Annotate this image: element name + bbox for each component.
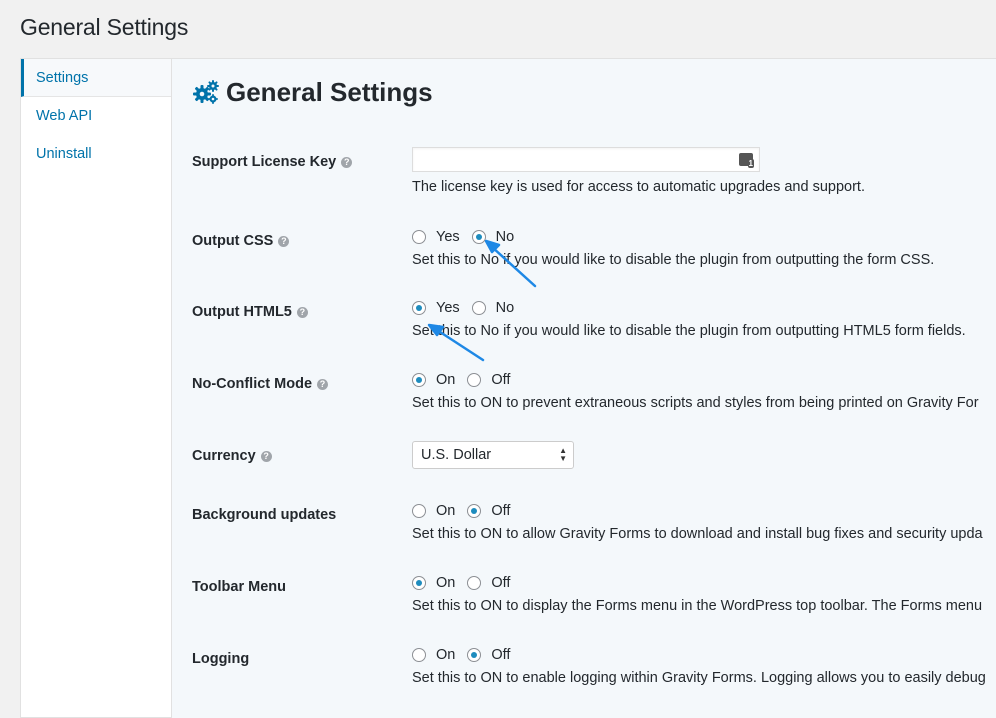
help-icon[interactable]: ? xyxy=(317,378,329,390)
output-html5-description: Set this to No if you would like to disa… xyxy=(412,323,966,339)
currency-select-value: U.S. Dollar xyxy=(421,447,492,463)
toolbar-menu-on-label[interactable]: On xyxy=(436,575,455,591)
settings-sidebar: Settings Web API Uninstall xyxy=(20,58,172,718)
logging-label: Logging xyxy=(192,651,249,667)
toolbar-menu-description: Set this to ON to display the Forms menu… xyxy=(412,598,983,614)
logging-on-radio[interactable] xyxy=(412,648,426,662)
output-css-no-label[interactable]: No xyxy=(496,229,515,245)
key-icon xyxy=(739,153,754,168)
gears-icon xyxy=(193,79,219,104)
page-title: General Settings xyxy=(20,14,189,40)
toolbar-menu-radio-group: On Off xyxy=(412,575,522,591)
currency-select[interactable]: U.S. Dollar ▲ ▼ xyxy=(412,441,574,469)
no-conflict-description: Set this to ON to prevent extraneous scr… xyxy=(412,395,979,411)
output-html5-yes-label[interactable]: Yes xyxy=(436,300,460,316)
output-html5-radio-group: Yes No xyxy=(412,300,526,316)
toolbar-menu-label: Toolbar Menu xyxy=(192,579,286,595)
currency-label: Currency ? xyxy=(192,448,272,464)
settings-panel: General Settings Support License Key ? T… xyxy=(172,58,996,718)
background-updates-label-text: Background updates xyxy=(192,507,337,523)
no-conflict-off-label[interactable]: Off xyxy=(491,372,510,388)
output-html5-no-radio[interactable] xyxy=(471,301,486,315)
background-updates-radio-group: On Off xyxy=(412,503,522,519)
toolbar-menu-label-text: Toolbar Menu xyxy=(192,579,286,595)
logging-radio-group: On Off xyxy=(412,647,522,663)
section-heading: General Settings xyxy=(192,77,433,108)
background-updates-off-label[interactable]: Off xyxy=(491,503,510,519)
output-css-radio-group: Yes No xyxy=(412,229,526,245)
no-conflict-off-radio[interactable] xyxy=(467,373,482,387)
license-key-label-text: Support License Key xyxy=(192,154,337,170)
background-updates-on-radio[interactable] xyxy=(412,504,426,518)
currency-control: U.S. Dollar ▲ ▼ xyxy=(412,441,574,469)
toolbar-menu-off-label[interactable]: Off xyxy=(491,575,510,591)
help-icon[interactable]: ? xyxy=(278,235,290,247)
sidebar-item-web-api[interactable]: Web API xyxy=(21,97,171,135)
output-css-no-radio[interactable] xyxy=(471,230,486,244)
logging-off-radio[interactable] xyxy=(467,648,482,662)
license-key-input[interactable] xyxy=(412,147,760,172)
output-html5-label-text: Output HTML5 xyxy=(192,304,292,320)
help-icon[interactable]: ? xyxy=(341,156,353,168)
output-html5-yes-radio[interactable] xyxy=(412,301,426,315)
license-key-label: Support License Key ? xyxy=(192,154,353,170)
no-conflict-on-radio[interactable] xyxy=(412,373,426,387)
background-updates-off-radio[interactable] xyxy=(467,504,482,518)
output-css-yes-label[interactable]: Yes xyxy=(436,229,460,245)
background-updates-on-label[interactable]: On xyxy=(436,503,455,519)
background-updates-label: Background updates xyxy=(192,507,336,523)
select-arrows-icon: ▲ ▼ xyxy=(559,446,567,463)
toolbar-menu-on-radio[interactable] xyxy=(412,576,426,590)
toolbar-menu-off-radio[interactable] xyxy=(467,576,482,590)
output-css-label-text: Output CSS xyxy=(192,233,274,249)
sidebar-item-settings[interactable]: Settings xyxy=(21,59,171,97)
output-html5-no-label[interactable]: No xyxy=(496,300,515,316)
no-conflict-label-text: No-Conflict Mode xyxy=(192,376,313,392)
help-icon[interactable]: ? xyxy=(296,306,308,318)
logging-label-text: Logging xyxy=(192,651,250,667)
output-css-label: Output CSS ? xyxy=(192,233,290,249)
output-css-description: Set this to No if you would like to disa… xyxy=(412,252,935,268)
no-conflict-radio-group: On Off xyxy=(412,372,522,388)
logging-on-label[interactable]: On xyxy=(436,647,455,663)
no-conflict-on-label[interactable]: On xyxy=(436,372,455,388)
logging-description: Set this to ON to enable logging within … xyxy=(412,670,986,686)
section-heading-text: General Settings xyxy=(226,77,433,107)
no-conflict-label: No-Conflict Mode ? xyxy=(192,376,329,392)
currency-label-text: Currency xyxy=(192,448,256,464)
output-html5-label: Output HTML5 ? xyxy=(192,304,308,320)
output-css-yes-radio[interactable] xyxy=(412,230,426,244)
help-icon[interactable]: ? xyxy=(260,450,272,462)
logging-off-label[interactable]: Off xyxy=(491,647,510,663)
sidebar-item-uninstall[interactable]: Uninstall xyxy=(21,135,171,173)
background-updates-description: Set this to ON to allow Gravity Forms to… xyxy=(412,526,983,542)
license-key-description: The license key is used for access to au… xyxy=(412,179,865,195)
license-key-control xyxy=(412,147,760,172)
